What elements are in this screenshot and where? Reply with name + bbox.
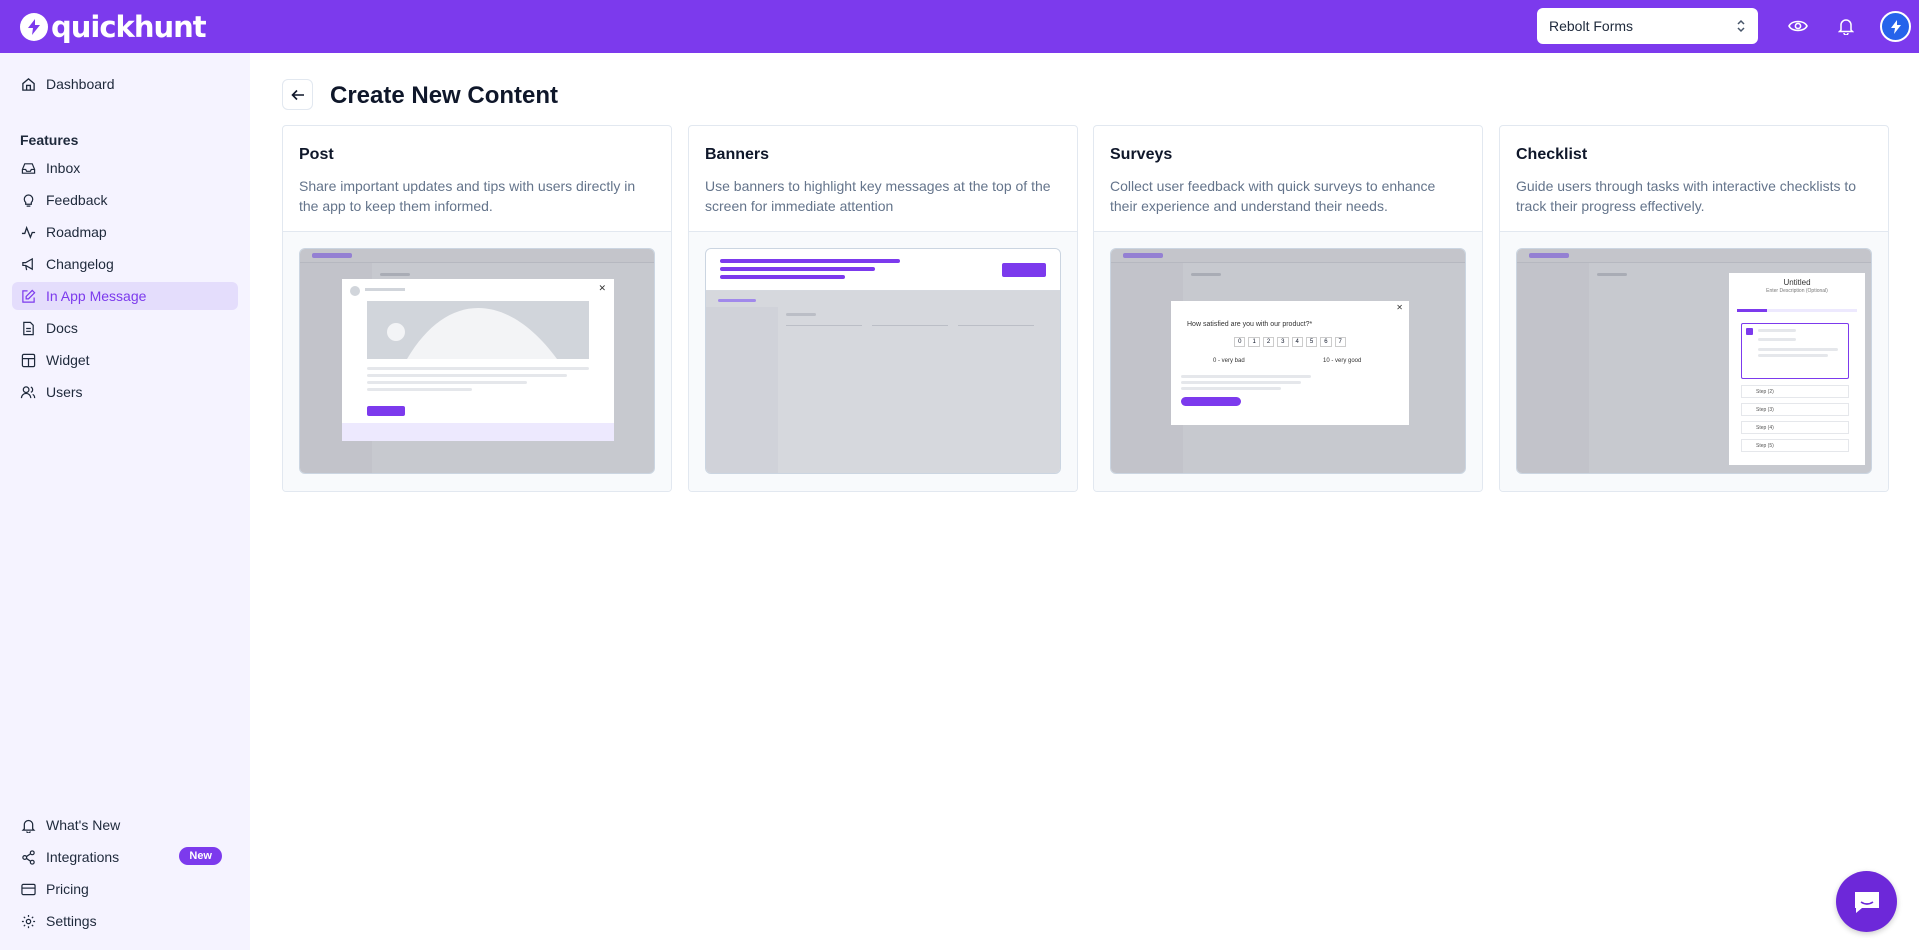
sidebar-item-label: Feedback	[46, 192, 108, 208]
card-title: Surveys	[1110, 146, 1173, 163]
sidebar-item-label: Docs	[46, 320, 78, 336]
sidebar-item-changelog[interactable]: Changelog	[12, 250, 238, 278]
sidebar-item-integrations[interactable]: Integrations New	[12, 843, 238, 871]
content-card-banners[interactable]: Banners Use banners to highlight key mes…	[688, 125, 1078, 492]
sidebar-item-widget[interactable]: Widget	[12, 346, 238, 374]
sidebar-item-pricing[interactable]: Pricing	[12, 875, 238, 903]
eye-icon[interactable]	[1786, 14, 1810, 38]
lightbulb-icon	[20, 192, 36, 208]
file-icon	[20, 320, 36, 336]
sidebar: Dashboard Features Inbox Feedback Roadma…	[0, 53, 250, 950]
card-description: Guide users through tasks with interacti…	[1516, 178, 1857, 214]
brand-logo[interactable]: quickhunt	[20, 8, 207, 46]
chat-bubble-icon	[1854, 891, 1879, 913]
sidebar-item-label: Dashboard	[46, 76, 115, 92]
chevron-up-down-icon	[1736, 18, 1746, 37]
credit-card-icon	[20, 881, 36, 897]
users-icon	[20, 384, 36, 400]
sidebar-item-docs[interactable]: Docs	[12, 314, 238, 342]
bell-icon	[20, 817, 36, 833]
bell-icon[interactable]	[1834, 14, 1858, 38]
user-avatar[interactable]	[1880, 11, 1911, 42]
sidebar-item-label: Integrations	[46, 849, 120, 865]
sidebar-item-inbox[interactable]: Inbox	[12, 154, 238, 182]
card-title: Banners	[705, 146, 770, 163]
top-bar: quickhunt Rebolt Forms	[0, 0, 1919, 53]
sidebar-item-whats-new[interactable]: What's New	[12, 811, 238, 839]
sidebar-item-in-app-message[interactable]: In App Message	[12, 282, 238, 310]
project-selector[interactable]: Rebolt Forms	[1537, 8, 1758, 44]
grid-icon	[20, 352, 36, 368]
sidebar-item-users[interactable]: Users	[12, 378, 238, 406]
sidebar-item-settings[interactable]: Settings	[12, 907, 238, 935]
sidebar-item-label: What's New	[46, 817, 121, 833]
banners-preview-image	[705, 248, 1061, 474]
page-title: Create New Content	[330, 82, 559, 109]
content-card-surveys[interactable]: Surveys Collect user feedback with quick…	[1093, 125, 1483, 492]
arrow-left-icon	[290, 89, 304, 100]
sidebar-item-label: Widget	[46, 352, 90, 368]
card-title: Post	[299, 146, 334, 163]
card-description: Use banners to highlight key messages at…	[705, 178, 1051, 214]
sidebar-item-label: Users	[46, 384, 83, 400]
back-button[interactable]	[282, 79, 313, 110]
survey-question: How satisfied are you with our product?*	[1187, 321, 1313, 328]
home-icon	[20, 76, 36, 92]
sidebar-item-label: Pricing	[46, 881, 89, 897]
gear-icon	[20, 913, 36, 929]
inbox-icon	[20, 160, 36, 176]
content-card-checklist[interactable]: Checklist Guide users through tasks with…	[1499, 125, 1889, 492]
sidebar-item-feedback[interactable]: Feedback	[12, 186, 238, 214]
checklist-preview-image: Untitled Enter Description (Optional) St…	[1516, 248, 1872, 474]
sidebar-item-label: Changelog	[46, 256, 114, 272]
post-preview-image: ✕	[299, 248, 655, 474]
new-badge: New	[179, 847, 222, 865]
card-description: Share important updates and tips with us…	[299, 178, 636, 214]
card-description: Collect user feedback with quick surveys…	[1110, 178, 1436, 214]
content-card-post[interactable]: Post Share important updates and tips wi…	[282, 125, 672, 492]
chat-launcher-button[interactable]	[1836, 871, 1897, 932]
sidebar-item-label: Settings	[46, 913, 97, 929]
sidebar-item-roadmap[interactable]: Roadmap	[12, 218, 238, 246]
sidebar-item-label: Roadmap	[46, 224, 107, 240]
edit-square-icon	[20, 288, 36, 304]
megaphone-icon	[20, 256, 36, 272]
sidebar-item-label: Inbox	[46, 160, 81, 176]
surveys-preview-image: ✕ How satisfied are you with our product…	[1110, 248, 1466, 474]
project-selector-value: Rebolt Forms	[1549, 18, 1634, 34]
features-section-title: Features	[20, 132, 79, 148]
activity-icon	[20, 224, 36, 240]
logo-mark-icon	[20, 13, 48, 41]
sidebar-item-dashboard[interactable]: Dashboard	[12, 70, 238, 98]
brand-name: quickhunt	[51, 10, 207, 44]
share-icon	[20, 849, 36, 865]
card-title: Checklist	[1516, 146, 1588, 163]
sidebar-item-label: In App Message	[46, 288, 147, 304]
